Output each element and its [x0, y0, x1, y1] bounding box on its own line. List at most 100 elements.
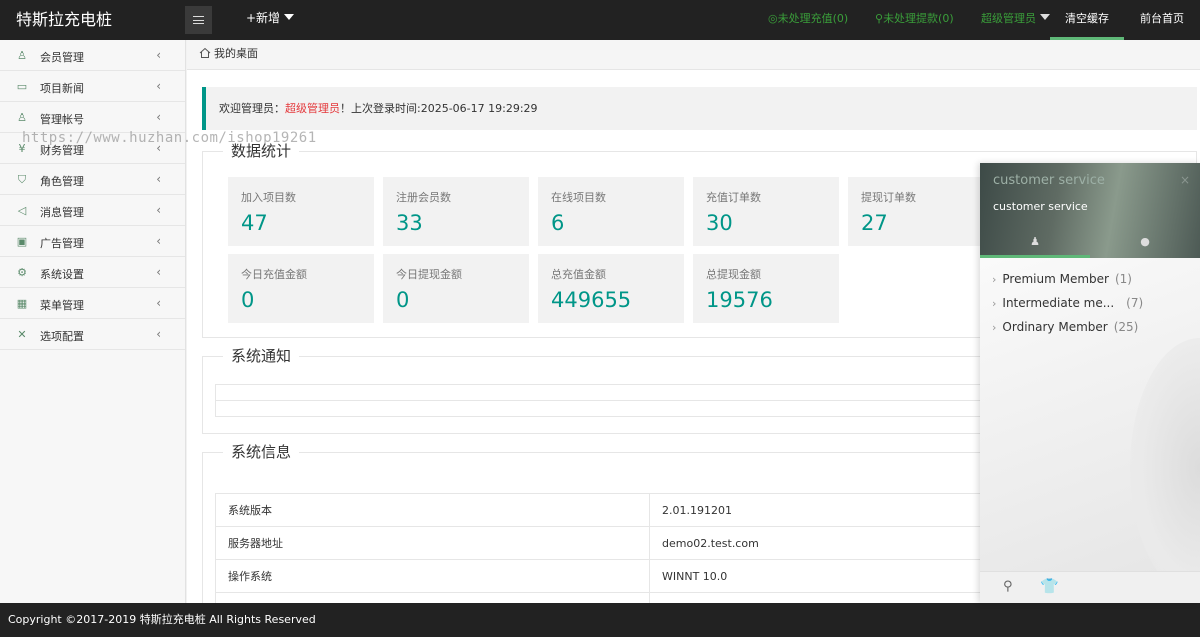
breadcrumb: 我的桌面 — [187, 40, 1200, 70]
member-group-intermediate[interactable]: › Intermediate me... (7) — [992, 296, 1143, 310]
location-icon: ⚲ — [875, 12, 884, 25]
caret-down-icon — [284, 13, 295, 20]
group-name: Intermediate me... — [1002, 296, 1115, 310]
stat-card-today-withdraw[interactable]: 今日提现金额 0 — [383, 254, 529, 323]
clock-icon: ◎ — [768, 12, 778, 25]
stat-value: 449655 — [551, 288, 632, 312]
app-logo[interactable]: 特斯拉充电桩 — [16, 0, 112, 40]
chevron-left-icon: ‹ — [156, 79, 161, 93]
chat-toolbar: ⚲ 👕 — [980, 571, 1200, 603]
background-image — [1130, 338, 1200, 598]
close-icon[interactable]: × — [1180, 173, 1190, 187]
stat-value: 6 — [551, 211, 565, 235]
pending-recharge-label: 未处理充值(0) — [777, 12, 849, 25]
sidebar-item-members[interactable]: ♙ 会员管理 ‹ — [0, 40, 185, 71]
sidebar-item-roles[interactable]: ⛉ 角色管理 ‹ — [0, 164, 185, 195]
sidebar-item-options[interactable]: ✕ 选项配置 ‹ — [0, 319, 185, 350]
sidebar-item-accounts[interactable]: ♙ 管理帐号 ‹ — [0, 102, 185, 133]
group-count: (1) — [1114, 272, 1132, 286]
chat-tabs: ♟ ● — [980, 231, 1200, 258]
stat-card-projects-joined[interactable]: 加入项目数 47 — [228, 177, 374, 246]
chat-subtitle: customer service — [993, 200, 1088, 213]
pending-withdraw-label: 未处理提款(0) — [883, 12, 954, 25]
stat-value: 19576 — [706, 288, 773, 312]
shield-icon: ⛉ — [17, 173, 27, 186]
sidebar-item-label: 项目新闻 — [40, 82, 84, 95]
admin-name: 超级管理员 — [981, 12, 1036, 25]
stat-label: 今日充值金额 — [241, 268, 307, 281]
stat-card-total-recharge[interactable]: 总充值金额 449655 — [538, 254, 684, 323]
sidebar-item-menus[interactable]: ▦ 菜单管理 ‹ — [0, 288, 185, 319]
customer-service-panel: customer service customer service × ♟ ● … — [980, 163, 1200, 603]
notice-title: 系统通知 — [223, 346, 300, 366]
stat-label: 在线项目数 — [551, 191, 606, 204]
stat-value: 30 — [706, 211, 733, 235]
welcome-last-login: ！上次登录时间:2025-06-17 19:29:29 — [340, 102, 538, 115]
stat-label: 今日提现金额 — [396, 268, 462, 281]
group-count: (25) — [1113, 320, 1139, 334]
sidebar-item-news[interactable]: ▭ 项目新闻 ‹ — [0, 71, 185, 102]
welcome-admin-name: 超级管理员 — [285, 102, 340, 115]
sysinfo-key: 操作系统 — [215, 559, 650, 593]
sidebar-item-messages[interactable]: ◁ 消息管理 ‹ — [0, 195, 185, 226]
chevron-left-icon: ‹ — [156, 203, 161, 217]
chat-title: customer service — [993, 173, 1105, 188]
pending-withdraw-link[interactable]: ⚲未处理提款(0) — [875, 0, 954, 38]
image-icon: ▣ — [16, 235, 28, 248]
chevron-left-icon: ‹ — [156, 234, 161, 248]
stat-value: 0 — [396, 288, 410, 312]
clear-cache-button[interactable]: 清空缓存 — [1050, 0, 1124, 40]
stat-card-today-recharge[interactable]: 今日充值金额 0 — [228, 254, 374, 323]
person-icon: ♟ — [1030, 235, 1040, 248]
stat-value: 0 — [241, 288, 255, 312]
stat-card-registered-members[interactable]: 注册会员数 33 — [383, 177, 529, 246]
chat-bubble-icon: ● — [1140, 235, 1150, 248]
stat-label: 注册会员数 — [396, 191, 451, 204]
sidebar-item-settings[interactable]: ⚙ 系统设置 ‹ — [0, 257, 185, 288]
group-name: Premium Member — [1002, 272, 1109, 286]
menu-toggle-button[interactable] — [185, 6, 212, 34]
stat-value: 47 — [241, 211, 268, 235]
chevron-left-icon: ‹ — [156, 296, 161, 310]
stat-card-total-withdraw[interactable]: 总提现金额 19576 — [693, 254, 839, 323]
gear-icon: ⚙ — [17, 266, 27, 279]
member-group-premium[interactable]: › Premium Member (1) — [992, 272, 1132, 286]
stat-card-withdraw-orders[interactable]: 提现订单数 27 — [848, 177, 994, 246]
speaker-icon: ◁ — [17, 204, 27, 217]
caret-down-icon — [1040, 14, 1050, 20]
sidebar-item-label: 广告管理 — [40, 237, 84, 250]
search-icon[interactable]: ⚲ — [1003, 579, 1013, 594]
book-icon: ▭ — [16, 80, 28, 93]
sysinfo-key: 服务器地址 — [215, 526, 650, 560]
home-icon — [199, 47, 211, 58]
stat-card-recharge-orders[interactable]: 充值订单数 30 — [693, 177, 839, 246]
tools-icon: ✕ — [17, 328, 27, 341]
stat-card-online-projects[interactable]: 在线项目数 6 — [538, 177, 684, 246]
add-new-menu[interactable]: +新增 — [246, 0, 295, 36]
welcome-banner: 欢迎管理员：超级管理员！上次登录时间:2025-06-17 19:29:29 — [202, 87, 1197, 130]
stat-label: 充值订单数 — [706, 191, 761, 204]
chevron-right-icon: › — [992, 297, 997, 310]
group-name: Ordinary Member — [1002, 320, 1108, 334]
tab-conversations[interactable]: ● — [1090, 231, 1200, 258]
chevron-right-icon: › — [992, 273, 997, 286]
group-count: (7) — [1126, 296, 1144, 310]
breadcrumb-current[interactable]: 我的桌面 — [214, 40, 258, 68]
add-new-label: +新增 — [246, 11, 281, 25]
skin-icon[interactable]: 👕 — [1040, 577, 1059, 595]
sidebar-item-label: 消息管理 — [40, 206, 84, 219]
tab-contacts[interactable]: ♟ — [980, 231, 1090, 258]
user-icon: ♙ — [17, 49, 27, 62]
front-home-link[interactable]: 前台首页 — [1140, 0, 1184, 38]
member-group-ordinary[interactable]: › Ordinary Member (25) — [992, 320, 1138, 334]
admin-dropdown[interactable]: 超级管理员 — [981, 0, 1050, 38]
sidebar: ♙ 会员管理 ‹ ▭ 项目新闻 ‹ ♙ 管理帐号 ‹ ¥ 财务管理 ‹ ⛉ 角色… — [0, 40, 186, 603]
stat-label: 加入项目数 — [241, 191, 296, 204]
stat-label: 总提现金额 — [706, 268, 761, 281]
hamburger-icon — [193, 16, 204, 24]
pending-recharge-link[interactable]: ◎未处理充值(0) — [768, 0, 848, 38]
chevron-left-icon: ‹ — [156, 110, 161, 124]
stat-label: 提现订单数 — [861, 191, 916, 204]
chevron-right-icon: › — [992, 321, 997, 334]
sidebar-item-ads[interactable]: ▣ 广告管理 ‹ — [0, 226, 185, 257]
